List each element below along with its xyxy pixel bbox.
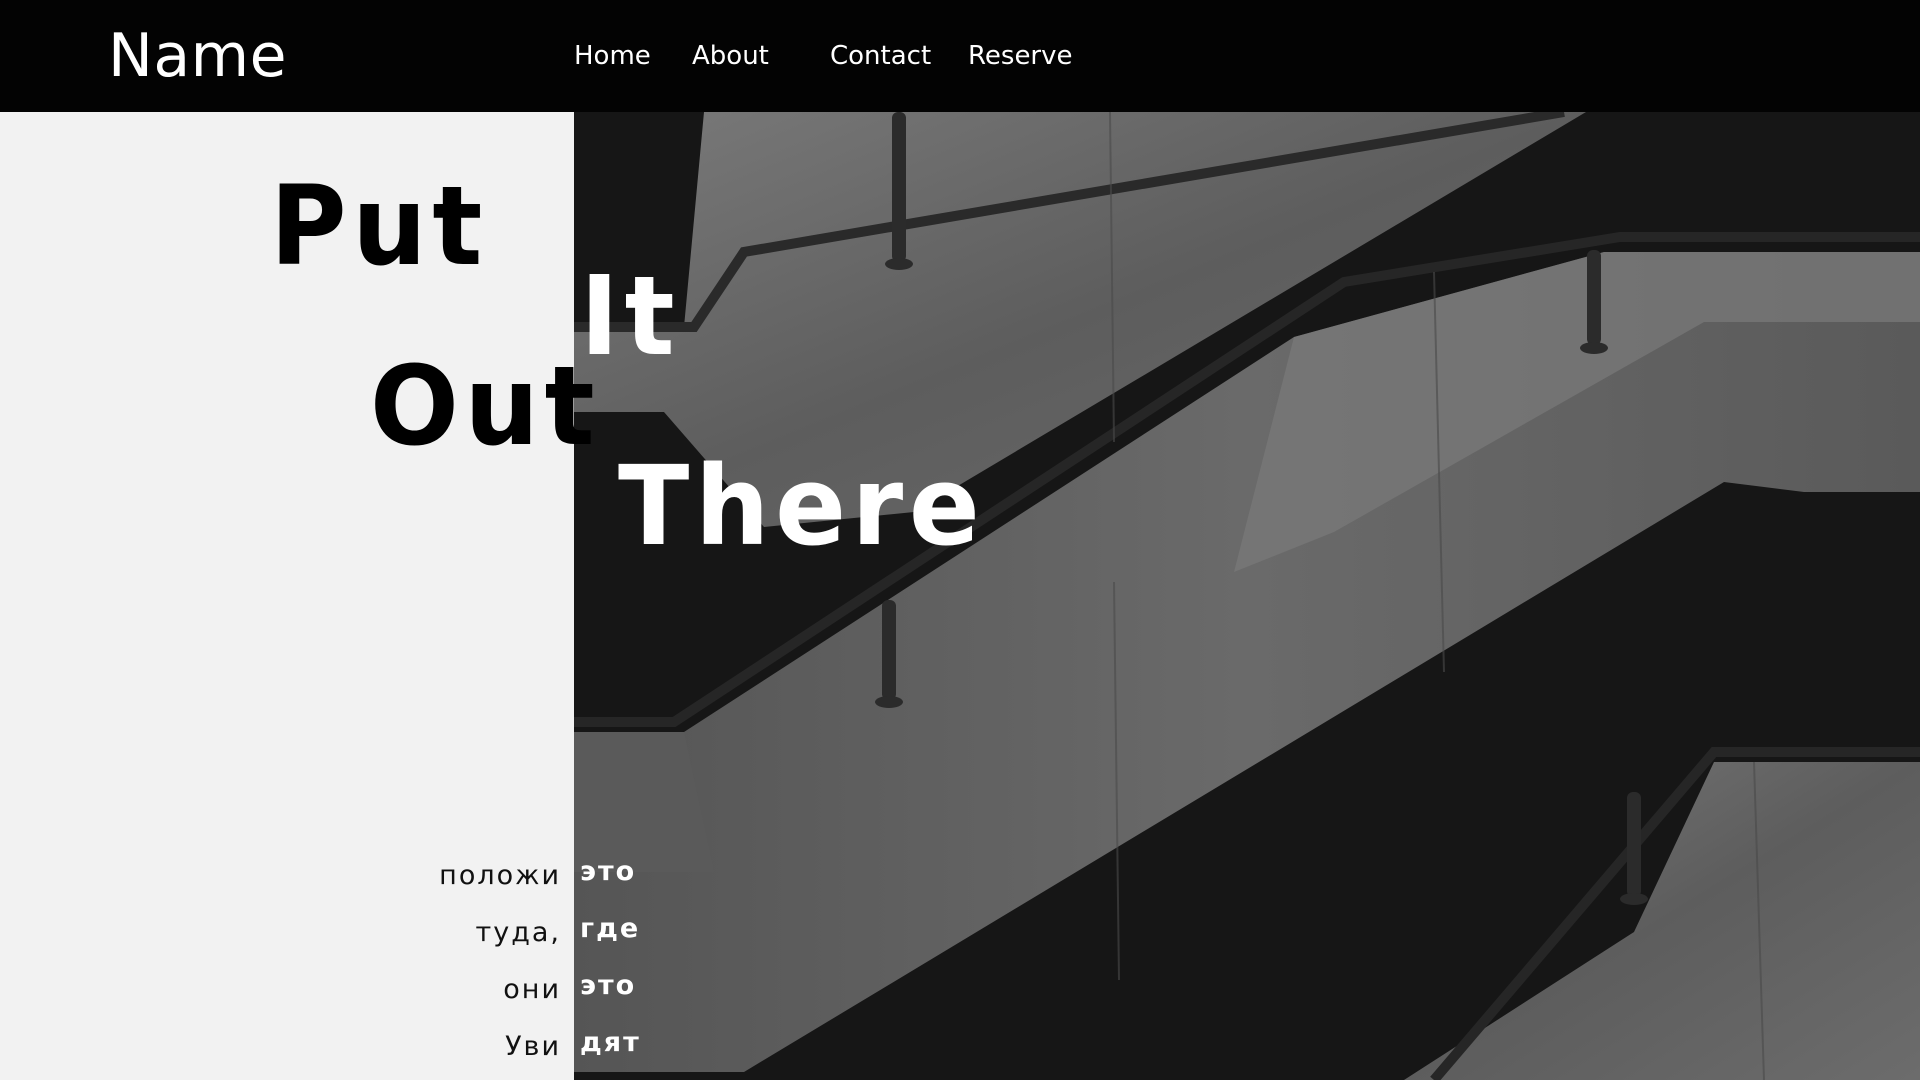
headline-word-out: Out [370, 342, 601, 470]
russian-text-right: это [580, 970, 637, 1001]
brand-logo[interactable]: Name [108, 18, 287, 94]
site-header: Name Home About Contact Reserve [0, 0, 1920, 112]
nav-home[interactable]: Home [574, 38, 651, 74]
russian-text-left: Уви [505, 1031, 561, 1062]
nav-contact[interactable]: Contact [830, 38, 931, 74]
russian-text-left: туда, [475, 917, 561, 948]
nav-reserve[interactable]: Reserve [968, 38, 1073, 74]
russian-text-left: положи [439, 860, 561, 891]
russian-text-left: они [503, 974, 561, 1005]
russian-text-right: где [580, 913, 641, 944]
headline-word-put: Put [270, 162, 489, 290]
hero-photo [574, 112, 1920, 1080]
russian-text-right: дят [580, 1027, 641, 1058]
russian-text-right: это [580, 856, 637, 887]
nav-about[interactable]: About [692, 38, 769, 74]
page: Name Home About Contact Reserve Put It O… [0, 0, 1920, 1080]
headline-word-there: There [618, 442, 986, 570]
